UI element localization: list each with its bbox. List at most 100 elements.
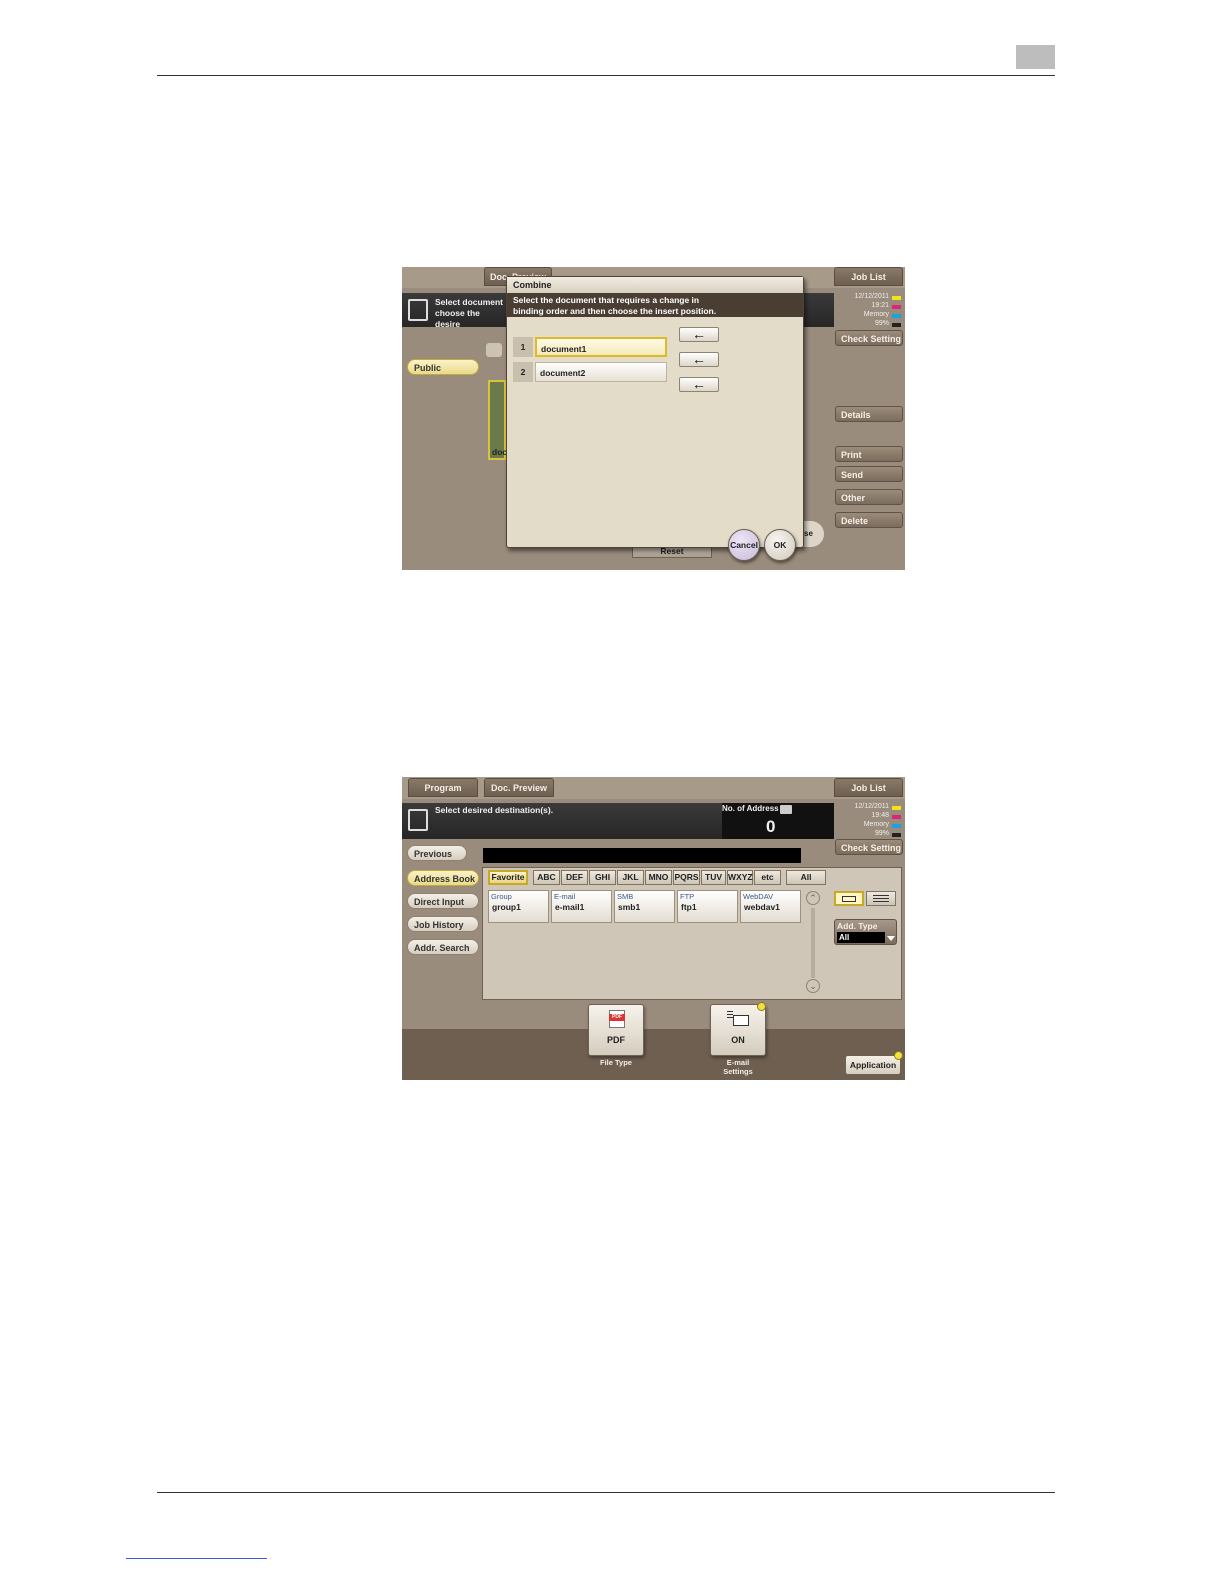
nav-job-history[interactable]: Job History	[407, 916, 479, 932]
details-button[interactable]: Details	[835, 406, 903, 422]
insert-position-arrow-button[interactable]: ←	[679, 327, 719, 342]
delete-button[interactable]: Delete	[835, 512, 903, 528]
destination-name: smb1	[618, 902, 641, 912]
other-button[interactable]: Other	[835, 489, 903, 505]
notification-dot-icon	[757, 1002, 766, 1011]
destination-screenshot: Program Doc. Preview Job List Select des…	[402, 777, 905, 1080]
scrollbar-track[interactable]	[811, 908, 815, 978]
email-settings-value: ON	[731, 1035, 745, 1045]
footer-rule	[157, 1492, 1055, 1493]
webdav-type-label: WebDAV	[743, 892, 774, 901]
scroll-up-icon[interactable]: ⌃	[806, 891, 820, 905]
email-settings-button[interactable]: ON	[710, 1004, 766, 1056]
address-count-label: No. of Address	[722, 804, 779, 813]
status-panel: 12/12/2011 19:48 Memory 99%	[833, 803, 903, 843]
group-type-label: Group	[491, 892, 512, 901]
combine-screenshot: Doc. Preview Job List Select document ch…	[402, 267, 905, 570]
message-bar: Select desired destination(s). No. of Ad…	[402, 803, 834, 839]
add-type-select[interactable]: Add. Type All	[834, 919, 897, 945]
document-name[interactable]: document1	[535, 337, 667, 357]
dialog-message: Select the document that requires a chan…	[507, 293, 803, 317]
file-type-caption: File Type	[600, 1058, 632, 1067]
address-count-value: 0	[766, 817, 776, 836]
tab-tuv[interactable]: TUV	[701, 870, 726, 885]
status-memory-label: Memory	[863, 311, 889, 318]
check-setting-button[interactable]: Check Setting	[835, 330, 903, 346]
dialog-title: Combine	[507, 277, 803, 293]
file-type-value: PDF	[607, 1035, 625, 1045]
destination-item[interactable]: SMB smb1	[614, 890, 675, 923]
tab-jkl[interactable]: JKL	[617, 870, 644, 885]
tab-doc-preview[interactable]: Doc. Preview	[484, 778, 554, 797]
page-number-tab	[1016, 45, 1055, 69]
destination-name: ftp1	[681, 902, 697, 912]
footer-link-underline	[126, 1558, 267, 1559]
tab-favorite[interactable]: Favorite	[488, 870, 528, 885]
application-button[interactable]: Application	[845, 1055, 901, 1075]
destination-item[interactable]: FTP ftp1	[677, 890, 738, 923]
cancel-button[interactable]: Cancel	[728, 529, 760, 561]
tab-all[interactable]: All	[786, 870, 826, 885]
thumbnail-label: doc	[492, 447, 508, 457]
header-rule	[157, 75, 1055, 76]
email-envelope-icon	[727, 1011, 749, 1027]
email-type-label: E-mail	[554, 892, 576, 901]
previous-button[interactable]: Previous	[407, 845, 467, 861]
toner-yellow-icon	[892, 806, 901, 810]
destination-item[interactable]: WebDAV webdav1	[740, 890, 801, 923]
file-type-button[interactable]: PDF PDF	[588, 1004, 644, 1056]
up-folder-icon[interactable]	[486, 343, 502, 357]
toner-black-icon	[892, 323, 901, 327]
dialog-message-line1: Select the document that requires a chan…	[513, 295, 700, 305]
status-memory-value: 99%	[874, 320, 889, 327]
address-count-panel: No. of Address 0	[722, 803, 834, 839]
destination-item[interactable]: E-mail e-mail1	[551, 890, 612, 923]
tab-job-list[interactable]: Job List	[834, 778, 903, 797]
status-time: 19:21	[871, 302, 889, 309]
status-date: 12/12/2011	[854, 803, 889, 810]
status-time: 19:48	[871, 812, 889, 819]
destination-item[interactable]: Group group1	[488, 890, 549, 923]
tab-program[interactable]: Program	[408, 778, 478, 797]
list-view-icon[interactable]	[866, 891, 896, 906]
nav-addr-search[interactable]: Addr. Search	[407, 939, 479, 955]
tab-job-list[interactable]: Job List	[834, 267, 903, 286]
grid-view-icon[interactable]	[834, 891, 864, 906]
tab-abc[interactable]: ABC	[533, 870, 560, 885]
send-button[interactable]: Send	[835, 466, 903, 482]
public-button[interactable]: Public	[407, 359, 479, 375]
tab-etc[interactable]: etc	[754, 870, 781, 885]
tab-pqrs[interactable]: PQRS	[673, 870, 700, 885]
document-name[interactable]: document2	[535, 362, 667, 382]
pdf-file-icon: PDF	[609, 1010, 625, 1028]
address-count-icon	[780, 805, 792, 814]
nav-address-book[interactable]: Address Book	[407, 870, 479, 886]
tab-wxyz[interactable]: WXYZ	[727, 870, 753, 885]
status-panel: 12/12/2011 19:21 Memory 99%	[833, 293, 903, 333]
document-number: 2	[513, 362, 533, 382]
combine-dialog: Combine Select the document that require…	[506, 276, 804, 548]
scroll-down-icon[interactable]: ⌄	[806, 979, 820, 993]
smb-type-label: SMB	[617, 892, 634, 901]
print-button[interactable]: Print	[835, 446, 903, 462]
nav-direct-input[interactable]: Direct Input	[407, 893, 479, 909]
message-text: Select desired destination(s).	[435, 805, 554, 815]
toner-cyan-icon	[892, 824, 901, 828]
tab-mno[interactable]: MNO	[645, 870, 672, 885]
check-setting-button[interactable]: Check Setting	[835, 839, 903, 855]
destination-input-bar[interactable]	[483, 848, 801, 863]
insert-position-arrow-button[interactable]: ←	[679, 352, 719, 367]
destination-name: webdav1	[744, 902, 780, 912]
ok-button[interactable]: OK	[764, 529, 796, 561]
notification-dot-icon	[894, 1051, 903, 1060]
status-date: 12/12/2011	[854, 293, 889, 300]
tab-def[interactable]: DEF	[561, 870, 588, 885]
add-type-value: All	[837, 932, 885, 943]
tab-ghi[interactable]: GHI	[589, 870, 616, 885]
ftp-type-label: FTP	[680, 892, 695, 901]
document-icon	[408, 809, 428, 831]
dialog-message-line2: binding order and then choose the insert…	[513, 306, 717, 316]
status-memory-label: Memory	[863, 821, 889, 828]
status-memory-value: 99%	[874, 830, 889, 837]
insert-position-arrow-button[interactable]: ←	[679, 377, 719, 392]
